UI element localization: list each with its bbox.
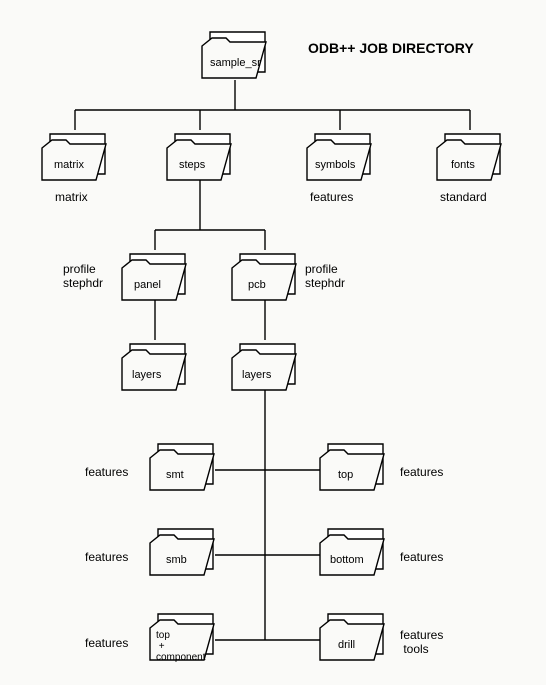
folder-label: pcb <box>248 279 266 291</box>
folder-symbols: symbols <box>307 134 371 180</box>
file-label-drill: features tools <box>400 628 443 657</box>
folder-label: layers <box>132 369 162 381</box>
folder-label: bottom <box>330 554 364 566</box>
folder-pcb: pcb <box>232 254 296 300</box>
folder-drill: drill <box>320 614 384 660</box>
file-label-bottom: features <box>400 550 443 564</box>
folder-label: matrix <box>54 159 84 171</box>
folder-matrix: matrix <box>42 134 106 180</box>
folder-panel: panel <box>122 254 186 300</box>
folder-bottom: bottom <box>320 529 384 575</box>
folder-label: fonts <box>451 159 475 171</box>
diagram-canvas: sample_sr matrix steps symbols fonts pan… <box>0 0 546 685</box>
folder-fonts: fonts <box>437 134 501 180</box>
folder-label: sample_sr <box>210 57 261 69</box>
folder-smb: smb <box>150 529 214 575</box>
file-label-symbols: features <box>310 190 353 204</box>
file-label-pcb: profile stephdr <box>305 262 345 291</box>
folder-steps: steps <box>167 134 231 180</box>
file-label-smb: features <box>85 550 128 564</box>
folder-sample-sr: sample_sr <box>202 32 266 78</box>
file-label-top: features <box>400 465 443 479</box>
folder-smt: smt <box>150 444 214 490</box>
folder-label: layers <box>242 369 272 381</box>
file-label-smt: features <box>85 465 128 479</box>
file-label-fonts: standard <box>440 190 487 204</box>
folder-label: smt <box>166 469 184 481</box>
folder-label: steps <box>179 159 206 171</box>
folder-label: symbols <box>315 159 356 171</box>
folder-layers-panel: layers <box>122 344 186 390</box>
folder-label: panel <box>134 279 161 291</box>
folder-label: smb <box>166 554 187 566</box>
diagram-title: ODB++ JOB DIRECTORY <box>308 40 474 56</box>
folder-label: drill <box>338 639 355 651</box>
file-label-topcomp: features <box>85 636 128 650</box>
file-label-matrix: matrix <box>55 190 88 204</box>
file-label-panel: profile stephdr <box>63 262 103 291</box>
folder-label: top <box>338 469 353 481</box>
folder-layers-pcb: layers <box>232 344 296 390</box>
folder-top-component: top +component <box>150 614 214 663</box>
folder-top: top <box>320 444 384 490</box>
